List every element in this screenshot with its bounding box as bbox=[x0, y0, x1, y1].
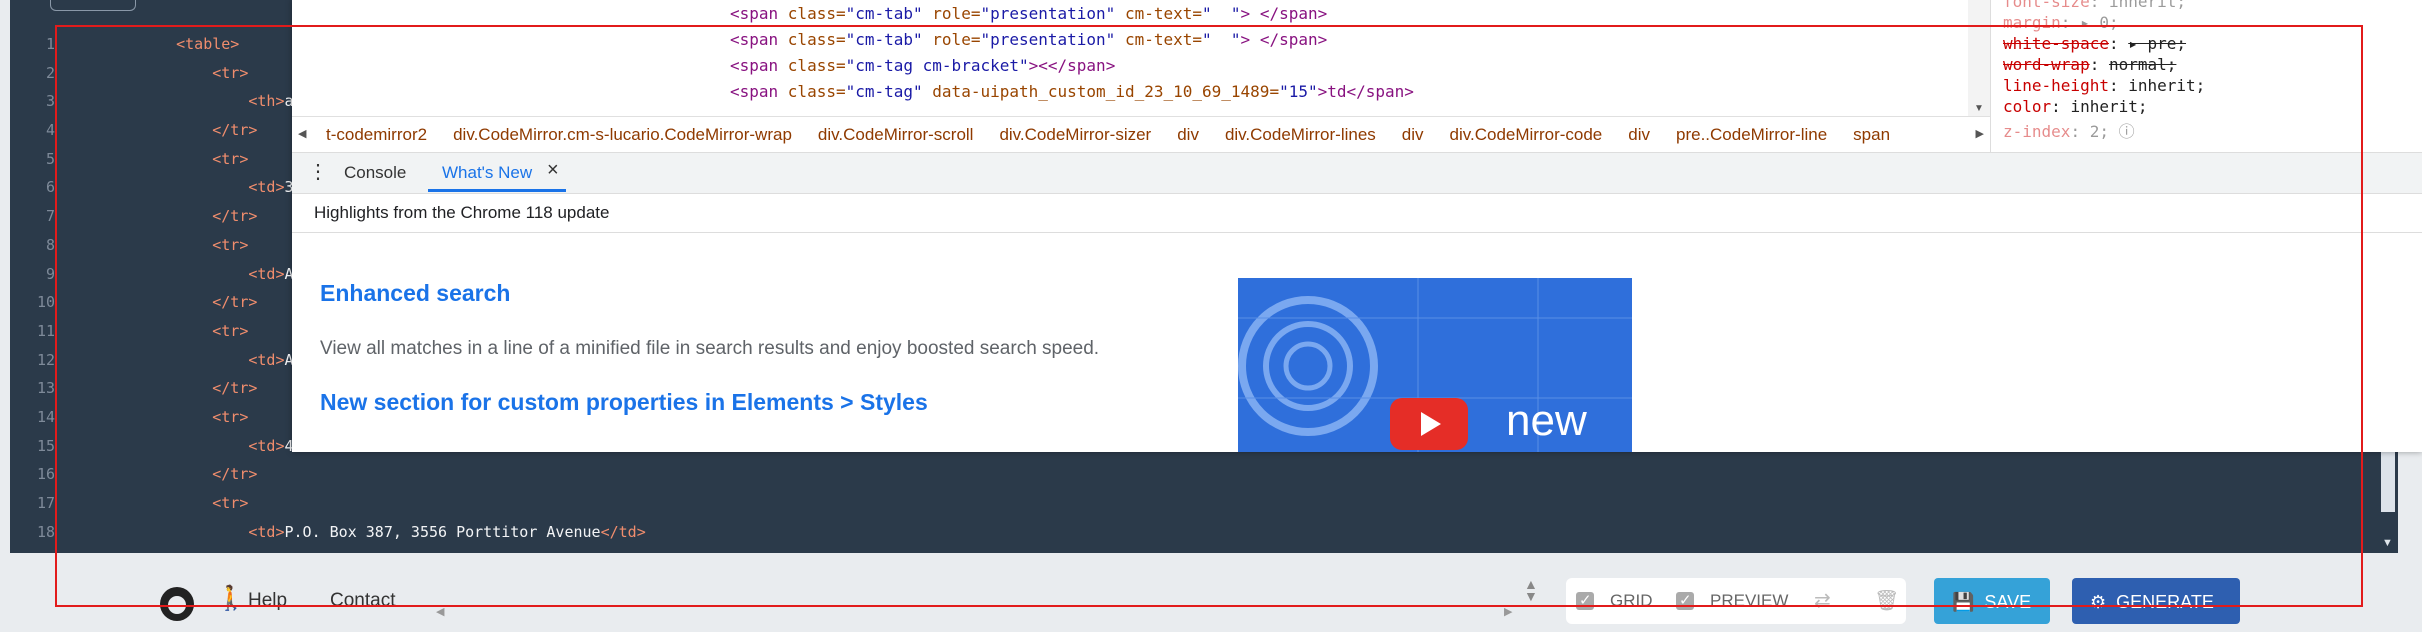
code-line[interactable]: <td>P.O. Box 387, 3556 Porttitor Avenue<… bbox=[10, 518, 645, 547]
editor-scrollbar[interactable]: ▼ bbox=[2378, 450, 2398, 553]
video-thumbnail[interactable]: new bbox=[1238, 278, 1632, 452]
breadcrumb-item[interactable]: div.CodeMirror-lines bbox=[1225, 125, 1376, 144]
dom-node-line[interactable]: <span class="cm-tag" data-uipath_custom_… bbox=[730, 82, 1414, 101]
breadcrumb-item[interactable]: div.CodeMirror.cm-s-lucario.CodeMirror-w… bbox=[453, 125, 792, 144]
divider bbox=[292, 232, 2422, 233]
dom-node-line[interactable]: <span class="cm-tab" role="presentation"… bbox=[730, 4, 1327, 23]
source-scrollbar[interactable]: ▼ bbox=[1968, 0, 1990, 116]
breadcrumb-item[interactable]: pre..CodeMirror-line bbox=[1676, 125, 1827, 144]
breadcrumb-item[interactable]: div bbox=[1402, 125, 1424, 144]
scroll-right-arrow-icon[interactable]: ▶ bbox=[1504, 605, 1512, 618]
feature-link-custom-properties[interactable]: New section for custom properties in Ele… bbox=[320, 389, 928, 416]
breadcrumb-item[interactable]: div bbox=[1177, 125, 1199, 144]
sort-icon[interactable]: ▲ ▼ bbox=[1524, 577, 1538, 603]
generate-button[interactable]: ⚙ GENERATE bbox=[2072, 578, 2240, 624]
github-icon[interactable] bbox=[160, 587, 194, 621]
breadcrumb-left-arrow-icon[interactable]: ◀ bbox=[298, 127, 306, 140]
feature-link-enhanced-search[interactable]: Enhanced search bbox=[320, 280, 510, 307]
close-tab-icon[interactable]: × bbox=[547, 159, 559, 182]
scrollbar-thumb[interactable] bbox=[2381, 450, 2395, 512]
gear-icon: ⚙ bbox=[2090, 592, 2107, 612]
css-property[interactable]: word-wrap: normal; bbox=[2003, 55, 2176, 74]
styles-pane[interactable]: font-size: inherit; margin: ▸ 0; white-spa… bbox=[1990, 0, 2422, 152]
code-line[interactable]: </tr> bbox=[10, 460, 646, 489]
dom-node-line[interactable]: <span class="cm-tab" role="presentation"… bbox=[730, 30, 1327, 49]
preview-label: PREVIEW bbox=[1710, 591, 1789, 610]
css-property[interactable]: font-size: inherit; bbox=[2003, 0, 2186, 11]
trash-icon[interactable]: 🗑 bbox=[1874, 588, 1899, 613]
drawer-tabbar: ⋮ Console What's New × bbox=[292, 152, 2422, 194]
css-property[interactable]: line-height: inherit; bbox=[2003, 76, 2205, 95]
tab-console[interactable]: Console bbox=[344, 163, 406, 183]
active-tab-indicator bbox=[428, 189, 566, 192]
help-link[interactable]: Help bbox=[248, 590, 287, 612]
dom-node-line[interactable]: <span class="cm-tag cm-bracket"><</span> bbox=[730, 56, 1115, 75]
grid-label: GRID bbox=[1610, 591, 1653, 610]
preview-checkbox[interactable] bbox=[1676, 591, 1694, 610]
help-person-icon[interactable]: 🚶 bbox=[216, 584, 246, 613]
breadcrumb-item[interactable]: div bbox=[1628, 125, 1650, 144]
css-property[interactable]: white-space: ▸ pre; bbox=[2003, 34, 2186, 53]
whats-new-subtitle: Highlights from the Chrome 118 update bbox=[314, 203, 610, 222]
editor-top-button[interactable] bbox=[50, 0, 136, 11]
devtools-panel: <span class="cm-tab" role="presentation"… bbox=[292, 0, 2422, 452]
thumbnail-text: new bbox=[1506, 396, 1587, 445]
breadcrumb-item[interactable]: t-codemirror2 bbox=[326, 125, 427, 144]
play-icon[interactable] bbox=[1390, 398, 1468, 450]
breadcrumb-right-arrow-icon[interactable]: ▶ bbox=[1976, 127, 1984, 140]
breadcrumb-item[interactable]: span bbox=[1853, 125, 1890, 144]
css-property[interactable]: margin: ▸ 0; bbox=[2003, 13, 2119, 32]
save-button[interactable]: 💾 SAVE bbox=[1934, 578, 2050, 624]
elements-source-view[interactable]: <span class="cm-tab" role="presentation"… bbox=[292, 0, 1968, 116]
scroll-down-arrow-icon[interactable]: ▼ bbox=[2382, 537, 2393, 549]
more-options-icon[interactable]: ⋮ bbox=[308, 159, 328, 184]
save-icon: 💾 bbox=[1952, 592, 1975, 612]
grid-checkbox[interactable] bbox=[1576, 591, 1594, 610]
breadcrumb-item[interactable]: div.CodeMirror-scroll bbox=[818, 125, 974, 144]
breadcrumb-item[interactable]: div.CodeMirror-sizer bbox=[999, 125, 1151, 144]
breadcrumb: ◀ t-codemirror2 div.CodeMirror.cm-s-lucar… bbox=[292, 116, 1990, 153]
swap-icon[interactable]: ⇄ bbox=[1814, 588, 1831, 613]
scroll-down-arrow-icon[interactable]: ▼ bbox=[1974, 103, 1984, 114]
scroll-left-arrow-icon[interactable]: ◀ bbox=[436, 605, 444, 618]
breadcrumb-item[interactable]: div.CodeMirror-code bbox=[1450, 125, 1603, 144]
contact-link[interactable]: Contact bbox=[330, 590, 395, 612]
css-property[interactable]: z-index: 2; ⓘ bbox=[2003, 118, 2135, 142]
code-line[interactable]: <tr> bbox=[10, 489, 646, 518]
tab-whats-new[interactable]: What's New bbox=[442, 163, 532, 183]
feature-description: View all matches in a line of a minified… bbox=[320, 338, 1100, 359]
css-property[interactable]: color: inherit; bbox=[2003, 97, 2148, 116]
